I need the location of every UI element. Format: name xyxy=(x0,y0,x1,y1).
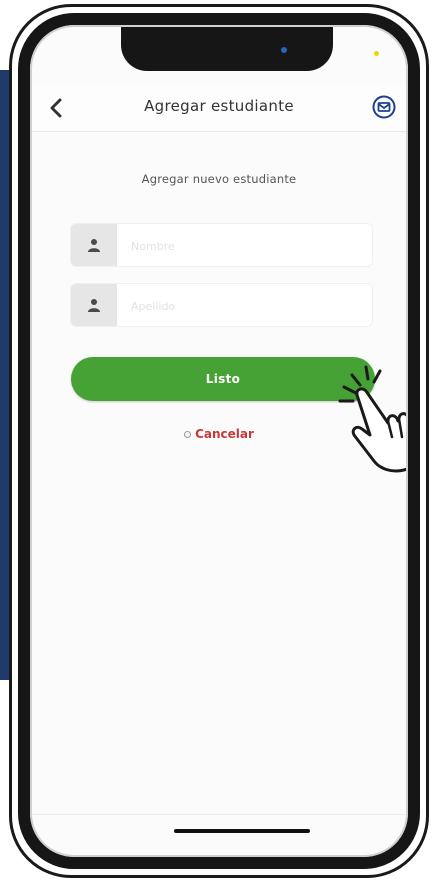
status-indicator-icon xyxy=(374,51,379,56)
phone-notch xyxy=(121,27,333,71)
last-name-input[interactable] xyxy=(129,284,366,326)
phone-bezel: Agregar estudiante Agregar nuevo estudia… xyxy=(18,13,420,869)
bottom-divider xyxy=(32,814,406,815)
last-name-icon-box xyxy=(71,284,117,326)
cancel-label: Cancelar xyxy=(195,427,254,441)
camera-icon xyxy=(281,47,287,53)
form-subtitle: Agregar nuevo estudiante xyxy=(141,172,297,186)
tap-hand-icon xyxy=(338,365,406,473)
chevron-left-icon xyxy=(50,98,62,118)
page-title: Agregar estudiante xyxy=(144,97,294,115)
bullet-icon xyxy=(184,431,192,438)
home-indicator[interactable] xyxy=(174,829,310,833)
phone-frame: Agregar estudiante Agregar nuevo estudia… xyxy=(9,4,429,878)
app-screen: Agregar estudiante Agregar nuevo estudia… xyxy=(30,25,408,857)
user-icon xyxy=(88,299,100,312)
back-button[interactable] xyxy=(42,93,70,123)
nav-bar: Agregar estudiante xyxy=(32,85,406,132)
first-name-field[interactable] xyxy=(70,223,373,267)
first-name-icon-box xyxy=(71,224,117,266)
last-name-field[interactable] xyxy=(70,283,373,327)
first-name-input[interactable] xyxy=(129,224,366,266)
mail-icon xyxy=(372,95,396,119)
mail-button[interactable] xyxy=(370,93,398,121)
user-icon xyxy=(88,239,100,252)
